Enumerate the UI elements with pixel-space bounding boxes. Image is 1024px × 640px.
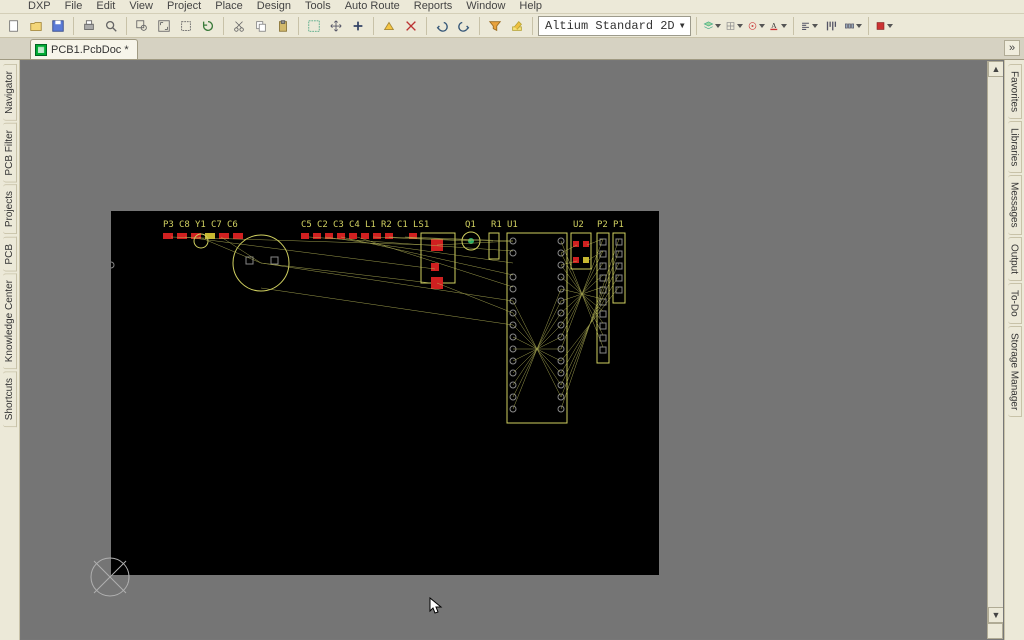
menu-reports[interactable]: Reports [414, 0, 453, 12]
select-button[interactable] [304, 16, 324, 36]
menu-place[interactable]: Place [215, 0, 243, 12]
menu-project[interactable]: Project [167, 0, 201, 12]
desig-r1: R1 [491, 220, 502, 230]
drc-button[interactable] [379, 16, 399, 36]
panel-favorites[interactable]: Favorites [1008, 64, 1022, 119]
preview-button[interactable] [101, 16, 121, 36]
copy-button[interactable] [251, 16, 271, 36]
desig-l1: L1 [365, 220, 376, 230]
align-top-button[interactable] [821, 16, 841, 36]
view-config-text: Altium Standard 2D [545, 19, 675, 33]
desig-c3: C3 [333, 220, 344, 230]
snap-button[interactable] [746, 16, 766, 36]
menu-dxp[interactable]: DXP [28, 0, 51, 12]
save-button[interactable] [48, 16, 68, 36]
panel-storage[interactable]: Storage Manager [1008, 326, 1022, 417]
pcb-file-icon: ▦ [35, 44, 47, 56]
desig-c5: C5 [301, 220, 312, 230]
scroll-up-button[interactable]: ▲ [988, 61, 1004, 77]
desig-r2: R2 [381, 220, 392, 230]
refresh-button[interactable] [198, 16, 218, 36]
origin-marker [89, 556, 131, 598]
desig-q1: Q1 [465, 220, 476, 230]
right-dock: Favorites Libraries Messages Output To-D… [1004, 60, 1024, 640]
component-u1 [111, 233, 567, 423]
tab-overflow-button[interactable]: » [1004, 40, 1020, 56]
tab-label: PCB1.PcbDoc * [51, 44, 129, 56]
panel-output[interactable]: Output [1008, 237, 1022, 281]
desig-c8: C8 [179, 220, 190, 230]
menu-view[interactable]: View [129, 0, 153, 12]
panel-messages[interactable]: Messages [1008, 175, 1022, 235]
desig-p3: P3 [163, 220, 174, 230]
zoom-selected-button[interactable] [176, 16, 196, 36]
layers-dropdown[interactable] [874, 16, 894, 36]
cursor-icon [429, 597, 443, 615]
redo-button[interactable] [454, 16, 474, 36]
left-dock: Navigator PCB Filter Projects PCB Knowle… [0, 60, 20, 640]
font-color-button[interactable]: A [768, 16, 788, 36]
paste-button[interactable] [273, 16, 293, 36]
cut-button[interactable] [229, 16, 249, 36]
grid-button[interactable] [724, 16, 744, 36]
panel-shortcuts[interactable]: Shortcuts [3, 371, 17, 427]
cross-probe-button[interactable] [401, 16, 421, 36]
menu-edit[interactable]: Edit [96, 0, 115, 12]
menu-autoroute[interactable]: Auto Route [345, 0, 400, 12]
menu-help[interactable]: Help [519, 0, 542, 12]
panel-knowledge[interactable]: Knowledge Center [3, 273, 17, 369]
new-button[interactable] [4, 16, 24, 36]
open-button[interactable] [26, 16, 46, 36]
view-config-combo[interactable]: Altium Standard 2D ▾ [538, 16, 691, 36]
panel-libraries[interactable]: Libraries [1008, 121, 1022, 173]
zoom-fit-button[interactable] [154, 16, 174, 36]
board-area: P3 C8 Y1 C7 C6 C5 C2 C3 C4 L1 R2 C1 LS1 … [111, 211, 659, 575]
vertical-scrollbar[interactable]: ▲ ▼ [987, 61, 1003, 623]
menu-design[interactable]: Design [257, 0, 291, 12]
menu-tools[interactable]: Tools [305, 0, 331, 12]
filter-button[interactable] [485, 16, 505, 36]
menu-window[interactable]: Window [466, 0, 505, 12]
desig-c4: C4 [349, 220, 360, 230]
workspace: Navigator PCB Filter Projects PCB Knowle… [0, 60, 1024, 640]
main-toolbar: Altium Standard 2D ▾ A [0, 14, 1024, 38]
desig-c6: C6 [227, 220, 238, 230]
pcb-canvas[interactable]: P3 C8 Y1 C7 C6 C5 C2 C3 C4 L1 R2 C1 LS1 … [20, 60, 1004, 640]
desig-c1: C1 [397, 220, 408, 230]
desig-y1: Y1 [195, 220, 206, 230]
tab-pcb1[interactable]: ▦ PCB1.PcbDoc * [30, 39, 138, 59]
undo-button[interactable] [432, 16, 452, 36]
desig-c2: C2 [317, 220, 328, 230]
menu-bar: DXP File Edit View Project Place Design … [0, 0, 1024, 14]
zoom-area-button[interactable] [132, 16, 152, 36]
desig-c7: C7 [211, 220, 222, 230]
desig-p2: P2 [597, 220, 608, 230]
panel-navigator[interactable]: Navigator [3, 64, 17, 121]
desig-p1: P1 [613, 220, 624, 230]
move-button[interactable] [326, 16, 346, 36]
highlight-button[interactable] [507, 16, 527, 36]
panel-pcbfilter[interactable]: PCB Filter [3, 123, 17, 183]
distribute-button[interactable] [843, 16, 863, 36]
align-left-button[interactable] [799, 16, 819, 36]
scroll-down-button[interactable]: ▼ [988, 607, 1004, 623]
svg-text:A: A [771, 21, 777, 30]
desig-u2: U2 [573, 220, 584, 230]
desig-ls1: LS1 [413, 220, 429, 230]
layer-stack-button[interactable] [702, 16, 722, 36]
panel-pcb[interactable]: PCB [3, 237, 17, 272]
plus-icon[interactable] [348, 16, 368, 36]
chevron-down-icon: ▾ [679, 18, 686, 33]
menu-file[interactable]: File [65, 0, 83, 12]
desig-u1: U1 [507, 220, 518, 230]
scrollbar-corner [987, 623, 1003, 639]
panel-todo[interactable]: To-Do [1008, 283, 1022, 324]
panel-projects[interactable]: Projects [3, 184, 17, 234]
document-tabstrip: ▦ PCB1.PcbDoc * » [0, 38, 1024, 60]
ratsnest [171, 237, 619, 409]
print-button[interactable] [79, 16, 99, 36]
